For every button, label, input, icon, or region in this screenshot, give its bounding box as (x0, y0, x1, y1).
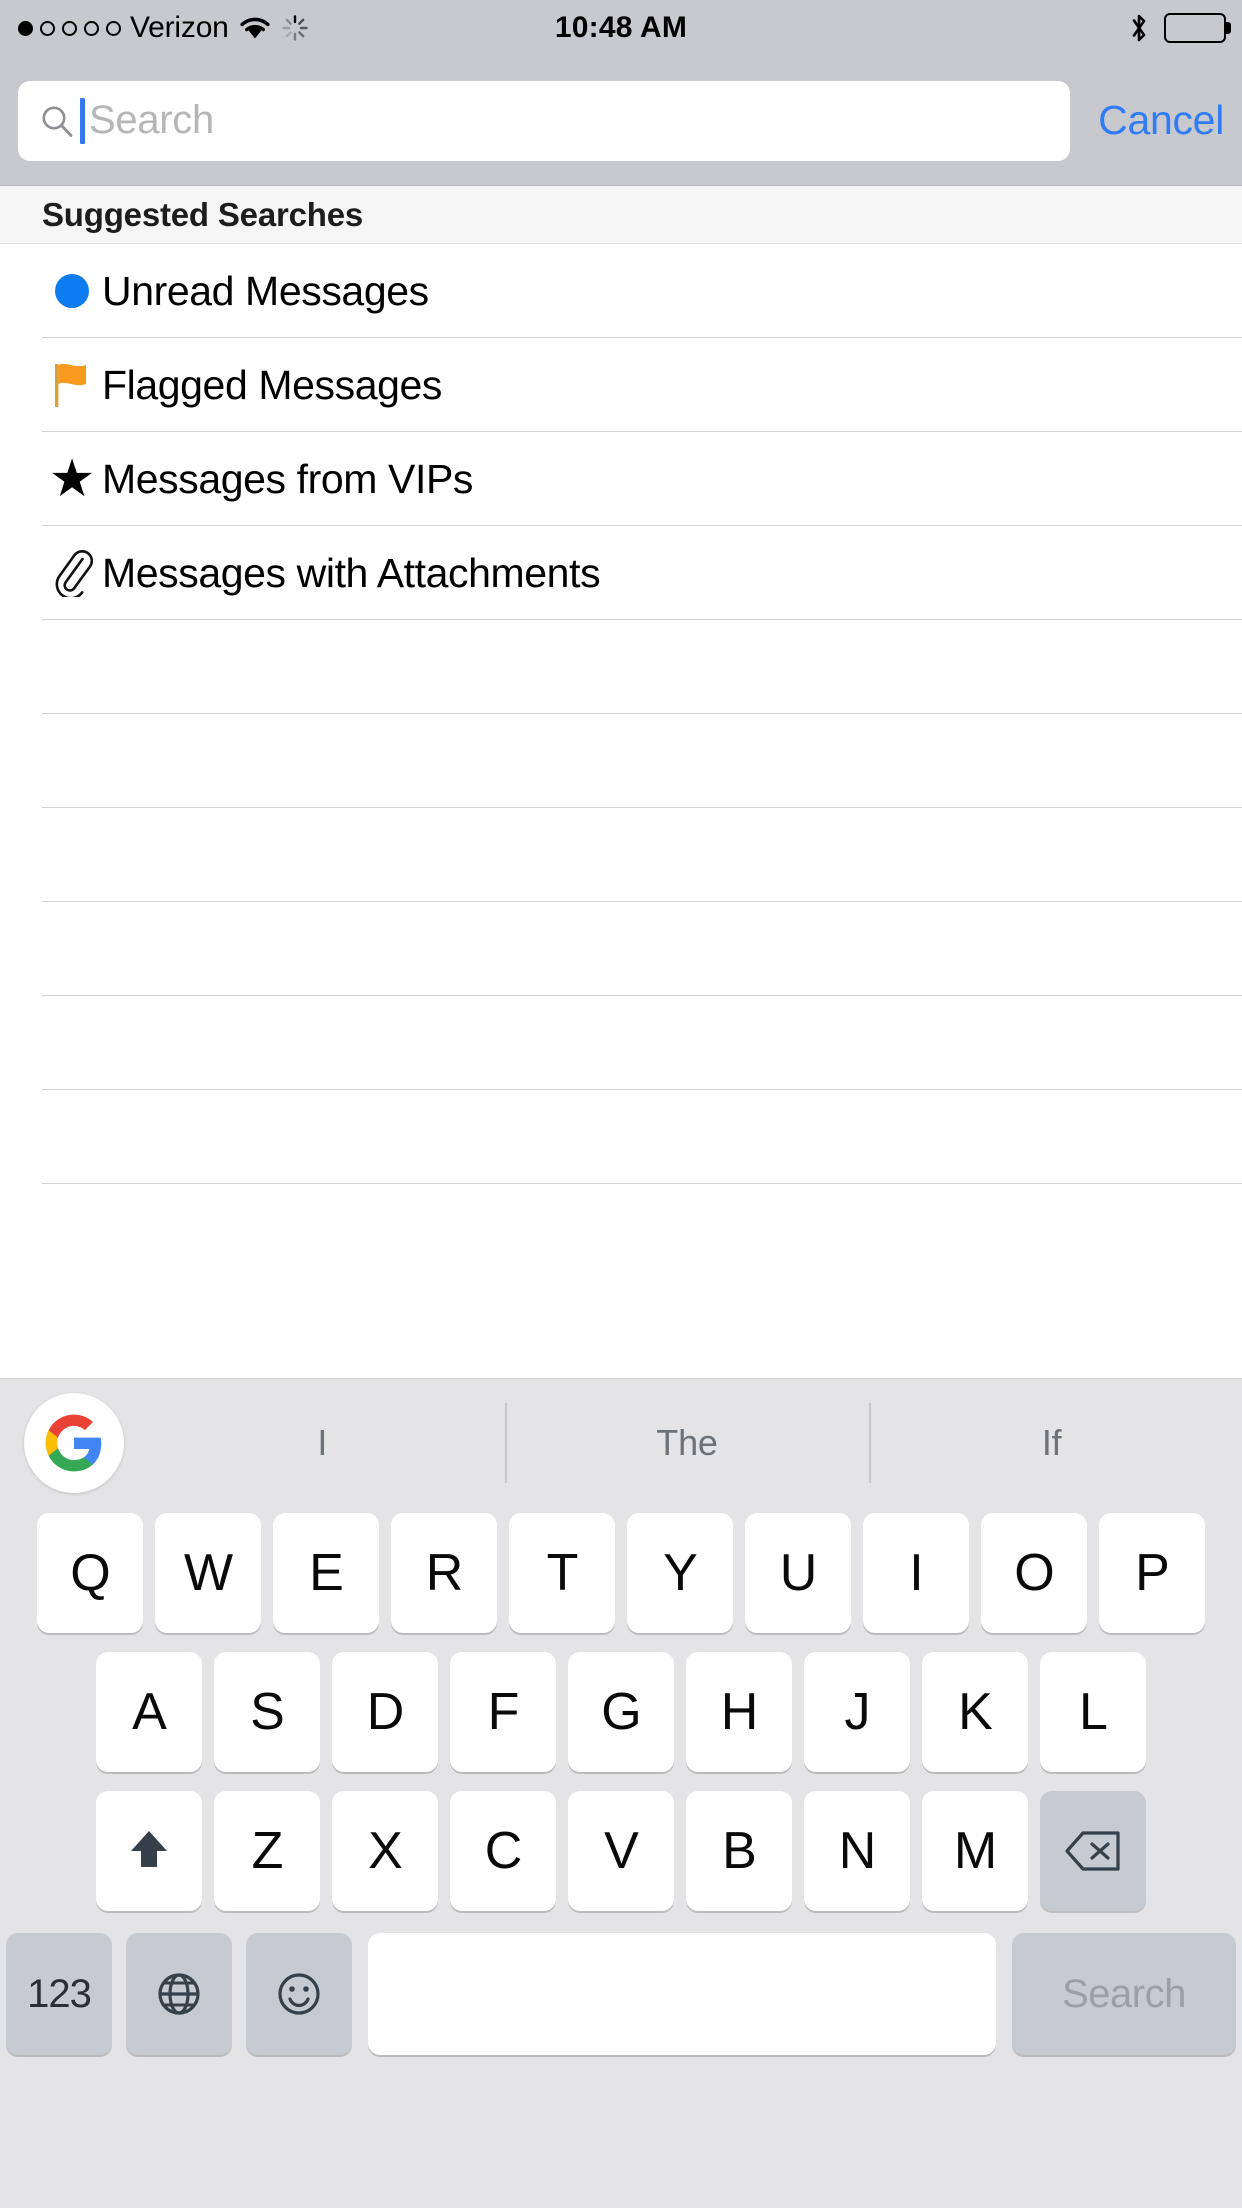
empty-list-row (0, 808, 1242, 902)
key-c[interactable]: C (450, 1791, 556, 1911)
empty-list-row (0, 620, 1242, 714)
keyboard-row-2: A S D F G H J K L (0, 1652, 1242, 1772)
key-g[interactable]: G (568, 1652, 674, 1772)
section-header: Suggested Searches (0, 186, 1242, 244)
status-bar: Verizon (0, 0, 1242, 56)
empty-list-row (0, 1090, 1242, 1184)
prediction-item-1[interactable]: I (140, 1379, 505, 1507)
key-r[interactable]: R (391, 1513, 497, 1633)
key-d[interactable]: D (332, 1652, 438, 1772)
section-header-label: Suggested Searches (42, 196, 363, 234)
key-j[interactable]: J (804, 1652, 910, 1772)
empty-list-row (0, 996, 1242, 1090)
key-b[interactable]: B (686, 1791, 792, 1911)
empty-list-row (0, 902, 1242, 996)
orange-flag-icon (42, 362, 102, 408)
prediction-list: I The If (140, 1379, 1234, 1507)
google-gboard-logo-icon[interactable] (24, 1393, 124, 1493)
key-n[interactable]: N (804, 1791, 910, 1911)
keyboard-row-1: Q W E R T Y U I O P (0, 1513, 1242, 1633)
backspace-icon (1064, 1829, 1122, 1873)
list-item-label: Unread Messages (102, 268, 429, 315)
clock-label: 10:48 AM (0, 11, 1242, 45)
shift-key[interactable] (96, 1791, 202, 1911)
search-input[interactable]: Search (18, 81, 1070, 161)
battery-icon (1164, 13, 1226, 43)
numbers-key[interactable]: 123 (6, 1933, 112, 2055)
suggested-searches-list: Suggested Searches Unread Messages Flagg… (0, 186, 1242, 1378)
blue-dot-icon (42, 274, 102, 308)
globe-icon (155, 1970, 203, 2018)
star-icon: ★ (42, 453, 102, 505)
bluetooth-icon (1128, 12, 1150, 44)
prediction-item-2[interactable]: The (505, 1379, 870, 1507)
list-item-label: Flagged Messages (102, 362, 442, 409)
shift-icon (127, 1827, 171, 1875)
globe-key[interactable] (126, 1933, 232, 2055)
iphone-screen: Verizon (0, 0, 1242, 2208)
key-o[interactable]: O (981, 1513, 1087, 1633)
key-i[interactable]: I (863, 1513, 969, 1633)
search-bar: Search Cancel (0, 56, 1242, 186)
list-item-label: Messages from VIPs (102, 456, 473, 503)
empty-list-row (0, 714, 1242, 808)
search-return-key[interactable]: Search (1012, 1933, 1236, 2055)
paperclip-icon (42, 549, 102, 597)
keyboard-row-4: 123 Search (0, 1933, 1242, 2055)
key-z[interactable]: Z (214, 1791, 320, 1911)
keyboard: I The If Q W E R T Y U I O P A S D F G H… (0, 1378, 1242, 2208)
key-k[interactable]: K (922, 1652, 1028, 1772)
key-y[interactable]: Y (627, 1513, 733, 1633)
search-placeholder: Search (89, 98, 214, 143)
keyboard-row-3: Z X C V B N M (0, 1791, 1242, 1911)
list-item-label: Messages with Attachments (102, 550, 600, 597)
key-f[interactable]: F (450, 1652, 556, 1772)
key-e[interactable]: E (273, 1513, 379, 1633)
key-w[interactable]: W (155, 1513, 261, 1633)
key-v[interactable]: V (568, 1791, 674, 1911)
backspace-key[interactable] (1040, 1791, 1146, 1911)
key-s[interactable]: S (214, 1652, 320, 1772)
list-item-messages-with-attachments[interactable]: Messages with Attachments (0, 526, 1242, 620)
prediction-item-3[interactable]: If (869, 1379, 1234, 1507)
key-p[interactable]: P (1099, 1513, 1205, 1633)
list-item-unread-messages[interactable]: Unread Messages (0, 244, 1242, 338)
list-item-flagged-messages[interactable]: Flagged Messages (0, 338, 1242, 432)
key-x[interactable]: X (332, 1791, 438, 1911)
key-a[interactable]: A (96, 1652, 202, 1772)
predictive-text-bar: I The If (0, 1379, 1242, 1507)
text-cursor (80, 98, 85, 144)
emoji-key[interactable] (246, 1933, 352, 2055)
key-h[interactable]: H (686, 1652, 792, 1772)
space-key[interactable] (368, 1933, 996, 2055)
cancel-button[interactable]: Cancel (1098, 97, 1224, 144)
status-bar-right (1128, 12, 1226, 44)
key-q[interactable]: Q (37, 1513, 143, 1633)
key-l[interactable]: L (1040, 1652, 1146, 1772)
emoji-smiley-icon (275, 1970, 323, 2018)
list-item-messages-from-vips[interactable]: ★ Messages from VIPs (0, 432, 1242, 526)
key-u[interactable]: U (745, 1513, 851, 1633)
key-t[interactable]: T (509, 1513, 615, 1633)
key-m[interactable]: M (922, 1791, 1028, 1911)
search-icon (40, 104, 74, 138)
